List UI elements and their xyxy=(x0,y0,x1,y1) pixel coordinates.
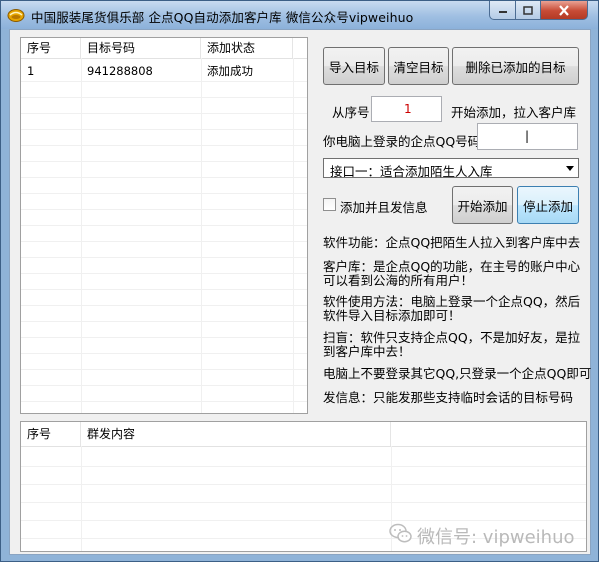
minimize-icon xyxy=(498,11,507,13)
grid-line xyxy=(21,385,307,386)
grid-line xyxy=(21,177,307,178)
maximize-button[interactable] xyxy=(515,1,541,20)
grid-line xyxy=(21,209,307,210)
column-header-index[interactable]: 序号 xyxy=(21,422,81,446)
grid-line xyxy=(21,502,586,503)
info-feature: 软件功能：企点QQ把陌生人拉入到客户库中去 xyxy=(323,235,581,250)
grid-line xyxy=(21,520,586,521)
grid-line xyxy=(21,289,307,290)
app-logo-icon xyxy=(7,9,25,22)
grid-line xyxy=(21,369,307,370)
import-targets-button[interactable]: 导入目标 xyxy=(323,47,385,85)
grid-line xyxy=(81,58,82,413)
grid-line xyxy=(21,321,307,322)
qq-number-input[interactable]: | xyxy=(477,123,578,150)
qq-login-label: 你电脑上登录的企点QQ号码: xyxy=(323,134,485,149)
target-list[interactable]: 序号 目标号码 添加状态 1 941288808 添加成功 xyxy=(20,37,308,414)
maximize-icon xyxy=(523,5,533,15)
grid-line xyxy=(21,353,307,354)
chevron-down-icon[interactable] xyxy=(566,166,574,171)
grid-line xyxy=(21,257,307,258)
clear-targets-button[interactable]: 清空目标 xyxy=(388,47,449,85)
column-header-target-number[interactable]: 目标号码 xyxy=(81,38,201,58)
row-target-number: 941288808 xyxy=(87,64,153,78)
target-list-header: 序号 目标号码 添加状态 xyxy=(21,38,307,59)
close-button[interactable] xyxy=(540,1,588,20)
row-add-status: 添加成功 xyxy=(207,64,253,78)
from-index-label: 从序号 xyxy=(332,105,370,120)
info-customer-pool: 客户库：是企点QQ的功能，在主号的账户中心 可以看到公海的所有用户！ xyxy=(323,259,581,288)
grid-line xyxy=(21,273,307,274)
close-icon xyxy=(559,4,569,16)
grid-line xyxy=(21,241,307,242)
info-warning: 电脑上不要登录其它QQ,只登录一个企点QQ即可 xyxy=(323,366,592,381)
row-index: 1 xyxy=(27,64,35,78)
column-header-index[interactable]: 序号 xyxy=(21,38,81,58)
grid-line xyxy=(21,161,307,162)
from-index-input[interactable]: 1 xyxy=(371,96,442,122)
grid-line xyxy=(21,97,307,98)
window-title: 中国服装尾货俱乐部 企点QQ自动添加客户库 微信公众号vipweihuo xyxy=(31,10,414,25)
info-usage: 软件使用方法：电脑上登录一个企点QQ，然后 软件导入目标添加即可！ xyxy=(323,294,581,323)
start-add-label: 开始添加，拉入客户库 xyxy=(451,105,577,120)
grid-line xyxy=(201,58,202,413)
message-list-header: 序号 群发内容 xyxy=(21,422,586,447)
grid-line xyxy=(21,305,307,306)
minimize-button[interactable] xyxy=(489,1,516,20)
interface-select[interactable]: 接口一：适合添加陌生人入库 xyxy=(323,158,579,179)
info-send-message: 发信息：只能发那些支持临时会话的目标号码 xyxy=(323,390,574,405)
grid-line xyxy=(293,58,294,413)
main-panel: 序号 目标号码 添加状态 1 941288808 添加成功 导入目标 清空目标 … xyxy=(9,29,591,555)
column-header-add-status[interactable]: 添加状态 xyxy=(201,38,293,58)
grid-line xyxy=(21,225,307,226)
start-add-button[interactable]: 开始添加 xyxy=(452,186,513,224)
grid-line xyxy=(21,81,307,82)
grid-line xyxy=(21,401,307,402)
interface-select-value: 接口一：适合添加陌生人入库 xyxy=(330,164,493,179)
grid-line xyxy=(21,113,307,114)
title-bar[interactable]: 中国服装尾货俱乐部 企点QQ自动添加客户库 微信公众号vipweihuo xyxy=(1,1,598,29)
delete-added-targets-button[interactable]: 删除已添加的目标 xyxy=(452,47,579,85)
grid-line xyxy=(21,337,307,338)
grid-line xyxy=(21,129,307,130)
grid-line xyxy=(21,193,307,194)
wechat-icon xyxy=(389,523,412,543)
app-window: 中国服装尾货俱乐部 企点QQ自动添加客户库 微信公众号vipweihuo 序号 … xyxy=(0,0,599,562)
qq-number-value: | xyxy=(525,129,530,143)
info-notes: 扫盲：软件只支持企点QQ，不是加好友，是拉 到客户库中去！ xyxy=(323,330,581,359)
grid-line xyxy=(21,466,586,467)
grid-line xyxy=(81,446,82,551)
grid-line xyxy=(21,484,586,485)
table-row[interactable]: 1 941288808 添加成功 xyxy=(21,63,307,79)
grid-line xyxy=(21,145,307,146)
column-header-message-content[interactable]: 群发内容 xyxy=(81,422,391,446)
stop-add-button[interactable]: 停止添加 xyxy=(517,186,579,224)
send-message-label[interactable]: 添加并且发信息 xyxy=(340,197,428,216)
send-message-checkbox[interactable] xyxy=(323,198,336,211)
from-index-value: 1 xyxy=(404,102,412,116)
watermark-text: 微信号: vipweihuo xyxy=(417,527,575,548)
